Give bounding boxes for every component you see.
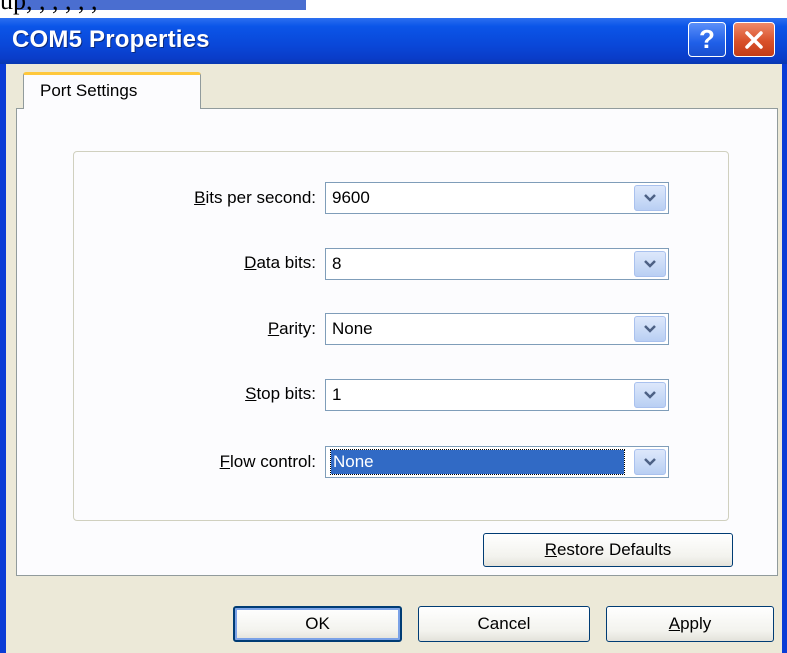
- ok-button[interactable]: OK: [233, 606, 402, 642]
- dialog-client-area: Port Settings Bits per second: 9600 Data…: [6, 64, 782, 653]
- com-properties-dialog: COM5 Properties ? Port Settings Bits per…: [0, 18, 787, 653]
- bits-per-second-label: Bits per second:: [194, 188, 316, 207]
- flow-control-select[interactable]: None: [325, 446, 669, 478]
- data-bits-dropdown-button[interactable]: [634, 251, 666, 277]
- settings-group-box: Bits per second: 9600 Data bits: 8 Parit…: [73, 151, 729, 521]
- data-bits-select[interactable]: 8: [325, 248, 669, 280]
- flow-control-dropdown-button[interactable]: [634, 449, 666, 475]
- flow-control-label: Flow control:: [219, 452, 316, 471]
- chevron-down-icon: [644, 458, 656, 466]
- bits-per-second-dropdown-button[interactable]: [634, 185, 666, 211]
- stop-bits-label: Stop bits:: [245, 384, 316, 403]
- restore-defaults-button[interactable]: Restore Defaults: [483, 533, 733, 567]
- cancel-button[interactable]: Cancel: [418, 606, 590, 642]
- parity-dropdown-button[interactable]: [634, 316, 666, 342]
- background-window-strip: up, , , , , ,: [0, 0, 787, 18]
- parity-select[interactable]: None: [325, 313, 669, 345]
- chevron-down-icon: [644, 391, 656, 399]
- parity-label: Parity:: [267, 319, 316, 338]
- chevron-down-icon: [644, 260, 656, 268]
- bits-per-second-value: 9600: [332, 188, 370, 207]
- chevron-down-icon: [644, 325, 656, 333]
- close-button[interactable]: [733, 22, 775, 57]
- help-button[interactable]: ?: [688, 22, 726, 57]
- ok-label: OK: [305, 614, 330, 633]
- stop-bits-value: 1: [332, 385, 342, 404]
- tab-label: Port Settings: [40, 81, 138, 100]
- parity-value: None: [332, 319, 373, 338]
- data-bits-value: 8: [332, 254, 342, 273]
- chevron-down-icon: [644, 194, 656, 202]
- background-text: up, , , , , ,: [0, 0, 98, 15]
- flow-control-value: None: [330, 449, 625, 475]
- data-bits-label: Data bits:: [244, 253, 316, 272]
- window-title: COM5 Properties: [12, 26, 210, 53]
- stop-bits-dropdown-button[interactable]: [634, 382, 666, 408]
- close-icon: [745, 30, 763, 49]
- title-bar[interactable]: COM5 Properties ?: [0, 18, 787, 64]
- cancel-label: Cancel: [477, 614, 531, 633]
- bits-per-second-select[interactable]: 9600: [325, 182, 669, 214]
- help-icon: ?: [699, 24, 715, 54]
- stop-bits-select[interactable]: 1: [325, 379, 669, 411]
- tab-port-settings[interactable]: Port Settings: [23, 72, 201, 109]
- port-settings-panel: Bits per second: 9600 Data bits: 8 Parit…: [16, 108, 778, 576]
- apply-button[interactable]: Apply: [606, 606, 774, 642]
